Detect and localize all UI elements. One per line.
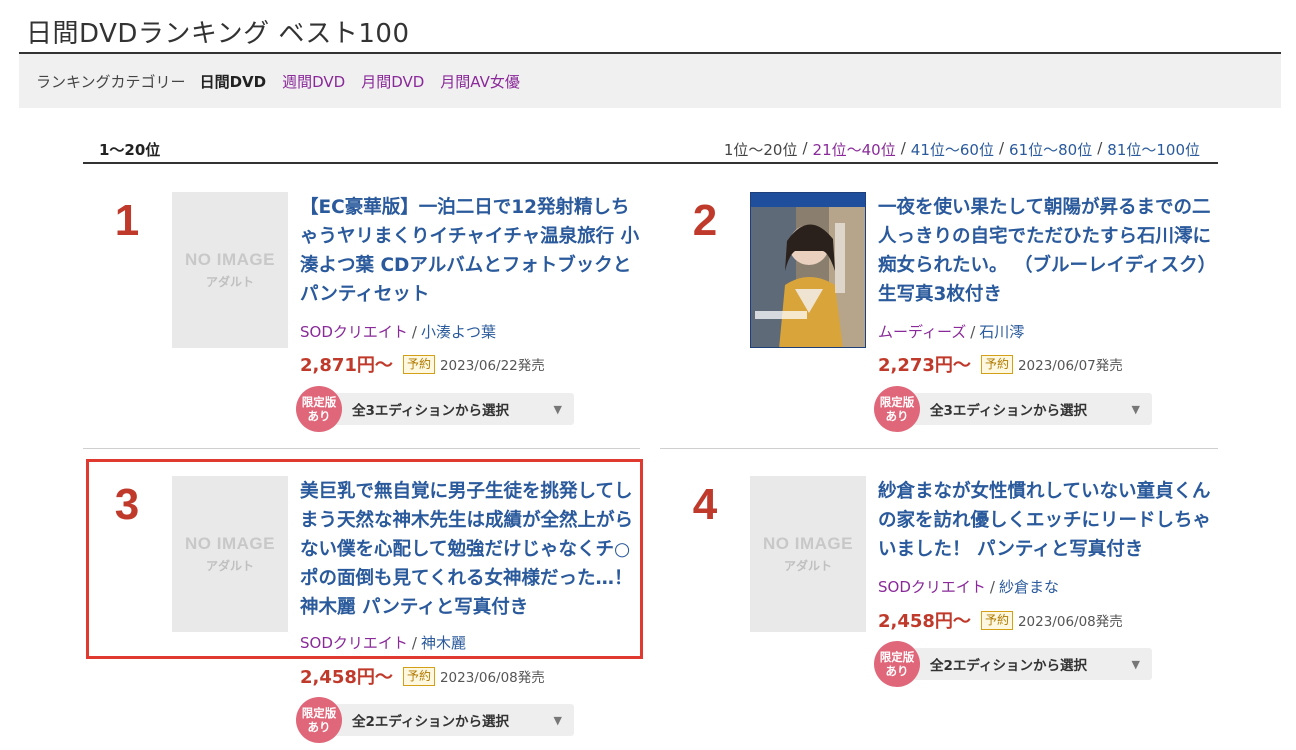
release-date: 2023/06/22発売 — [439, 358, 545, 374]
edition-select-label: 全2エディションから選択 — [930, 658, 1087, 674]
limited-edition-badge: 限定版 あり — [296, 386, 342, 432]
category-link-monthly[interactable]: 月間DVD — [361, 71, 424, 92]
pager-61-80[interactable]: 61位〜80位 — [1009, 139, 1092, 160]
category-current-daily: 日間DVD — [199, 72, 267, 91]
no-image-text: NO IMAGE — [763, 534, 853, 553]
adult-text: アダルト — [783, 559, 832, 573]
item-title-link[interactable]: 紗倉まなが女性慣れしていない童貞くんの家を訪れ優しくエッチにリードしちゃいました… — [878, 477, 1218, 564]
cover-art-graphic — [751, 193, 865, 347]
pager-41-60[interactable]: 41位〜60位 — [911, 139, 994, 160]
category-link-weekly[interactable]: 週間DVD — [282, 71, 345, 92]
item-meta: SODクリエイト / 小湊よつ葉 — [300, 323, 496, 341]
price-row: 2,458円〜 予約 2023/06/08発売 — [300, 663, 545, 689]
rank-number: 1 — [114, 196, 140, 245]
price-row: 2,273円〜 予約 2023/06/07発売 — [878, 351, 1123, 377]
edition-select-label: 全2エディションから選択 — [352, 714, 509, 730]
edition-select[interactable]: 全2エディションから選択 ▼ — [912, 648, 1152, 680]
item-meta: SODクリエイト / 紗倉まな — [878, 578, 1059, 596]
limited-line1: 限定版 — [879, 395, 915, 409]
chevron-down-icon: ▼ — [1131, 657, 1140, 671]
actor-link[interactable]: 神木麗 — [421, 634, 466, 652]
edition-select[interactable]: 全2エディションから選択 ▼ — [334, 704, 574, 736]
reserve-badge: 予約 — [402, 354, 435, 374]
pager-21-40[interactable]: 21位〜40位 — [813, 139, 896, 160]
range-header: 1〜20位 1位〜20位 / 21位〜40位 / 41位〜60位 / 61位〜8… — [83, 136, 1218, 164]
chevron-down-icon: ▼ — [553, 402, 562, 416]
category-link-monthly-actress[interactable]: 月間AV女優 — [440, 71, 520, 92]
current-range: 1〜20位 — [99, 141, 161, 159]
rank-number: 4 — [692, 480, 718, 529]
item-title-link[interactable]: 美巨乳で無自覚に男子生徒を挑発してしまう天然な神木先生は成績が全然上がらない僕を… — [300, 477, 640, 622]
no-image-thumbnail[interactable]: NO IMAGE アダルト — [172, 476, 288, 632]
limited-edition-badge: 限定版 あり — [874, 386, 920, 432]
maker-link[interactable]: SODクリエイト — [300, 323, 408, 341]
limited-edition-badge: 限定版 あり — [296, 697, 342, 743]
maker-link[interactable]: ムーディーズ — [878, 323, 966, 341]
pager-separator: / — [1097, 139, 1103, 157]
actor-link[interactable]: 石川澪 — [979, 323, 1024, 341]
edition-row: 限定版 あり 全2エディションから選択 ▼ — [296, 697, 574, 743]
chevron-down-icon: ▼ — [553, 713, 562, 727]
pager-separator: / — [802, 139, 808, 157]
edition-select-label: 全3エディションから選択 — [352, 403, 509, 419]
adult-text: アダルト — [205, 275, 254, 289]
release-date: 2023/06/08発売 — [1017, 614, 1123, 630]
no-image-thumbnail[interactable]: NO IMAGE アダルト — [172, 192, 288, 348]
item-meta: SODクリエイト / 神木麗 — [300, 634, 466, 652]
limited-line1: 限定版 — [879, 650, 915, 664]
range-pager: 1位〜20位 / 21位〜40位 / 41位〜60位 / 61位〜80位 / 8… — [722, 139, 1202, 160]
ranking-category-bar: ランキングカテゴリー 日間DVD 週間DVD 月間DVD 月間AV女優 — [19, 54, 1281, 108]
actor-link[interactable]: 小湊よつ葉 — [421, 323, 496, 341]
pager-1-20: 1位〜20位 — [723, 141, 798, 159]
chevron-down-icon: ▼ — [1131, 402, 1140, 416]
limited-line1: 限定版 — [301, 395, 337, 409]
limited-line2: あり — [307, 720, 331, 734]
limited-edition-badge: 限定版 あり — [874, 641, 920, 687]
price: 2,871円〜 — [300, 355, 393, 376]
limited-line2: あり — [885, 409, 909, 423]
reserve-badge: 予約 — [980, 610, 1013, 630]
pager-separator: / — [900, 139, 906, 157]
no-image-thumbnail[interactable]: NO IMAGE アダルト — [750, 476, 866, 632]
maker-link[interactable]: SODクリエイト — [300, 634, 408, 652]
price-row: 2,871円〜 予約 2023/06/22発売 — [300, 351, 545, 377]
reserve-badge: 予約 — [402, 666, 435, 686]
item-meta: ムーディーズ / 石川澪 — [878, 323, 1025, 341]
edition-select-label: 全3エディションから選択 — [930, 403, 1087, 419]
pager-separator: / — [998, 139, 1005, 157]
product-cover-image[interactable] — [750, 192, 866, 348]
item-title-link[interactable]: 【EC豪華版】一泊二日で12発射精しちゃうヤリまくりイチャイチャ温泉旅行 小湊よ… — [300, 193, 640, 309]
edition-row: 限定版 あり 全3エディションから選択 ▼ — [874, 386, 1152, 432]
reserve-badge: 予約 — [980, 354, 1013, 374]
edition-row: 限定版 あり 全3エディションから選択 ▼ — [296, 386, 574, 432]
release-date: 2023/06/07発売 — [1017, 358, 1123, 374]
rank-number: 3 — [114, 480, 140, 529]
row-divider — [83, 448, 640, 449]
item-title-link[interactable]: 一夜を使い果たして朝陽が昇るまでの二人っきりの自宅でただひたすら石川澪に痴女られ… — [878, 193, 1218, 309]
category-label: ランキングカテゴリー — [36, 72, 186, 91]
price: 2,458円〜 — [300, 667, 393, 688]
row-divider — [660, 448, 1218, 449]
no-image-text: NO IMAGE — [185, 250, 275, 269]
limited-line1: 限定版 — [301, 706, 337, 720]
price: 2,273円〜 — [878, 355, 971, 376]
maker-link[interactable]: SODクリエイト — [878, 578, 986, 596]
price: 2,458円〜 — [878, 611, 971, 632]
page-title: 日間DVDランキング ベスト100 — [26, 19, 410, 49]
release-date: 2023/06/08発売 — [439, 670, 545, 686]
rank-number: 2 — [692, 196, 718, 245]
limited-line2: あり — [885, 664, 909, 678]
pager-81-100[interactable]: 81位〜100位 — [1107, 139, 1200, 160]
price-row: 2,458円〜 予約 2023/06/08発売 — [878, 607, 1123, 633]
edition-select[interactable]: 全3エディションから選択 ▼ — [912, 393, 1152, 425]
adult-text: アダルト — [205, 559, 254, 573]
edition-row: 限定版 あり 全2エディションから選択 ▼ — [874, 641, 1152, 687]
actor-link[interactable]: 紗倉まな — [999, 578, 1059, 596]
no-image-text: NO IMAGE — [185, 534, 275, 553]
edition-select[interactable]: 全3エディションから選択 ▼ — [334, 393, 574, 425]
limited-line2: あり — [307, 409, 331, 423]
